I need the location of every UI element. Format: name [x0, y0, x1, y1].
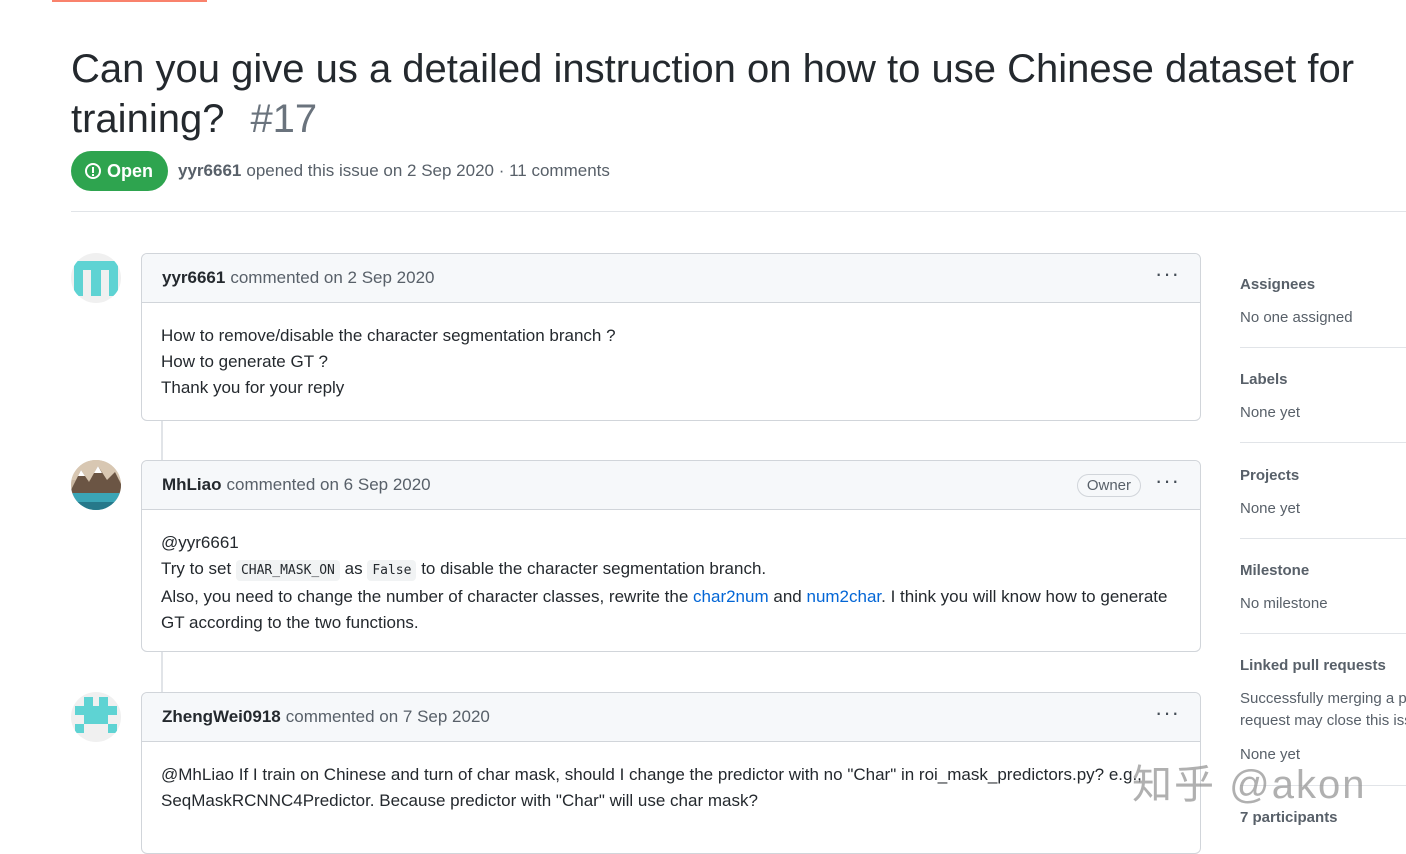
sidebar-heading: Linked pull requests: [1240, 657, 1386, 674]
issue-title: Can you give us a detailed instruction o…: [71, 44, 1371, 144]
sidebar-heading: Labels: [1240, 371, 1288, 388]
header-divider: [71, 211, 1406, 212]
comment-line: @MhLiao If I train on Chinese and turn o…: [161, 762, 1181, 814]
user-mention-link[interactable]: @MhLiao: [161, 765, 234, 784]
sidebar-value: None yet: [1240, 500, 1301, 517]
comment-timestamp-link[interactable]: commented on 7 Sep 2020: [286, 707, 490, 727]
comment-line: How to remove/disable the character segm…: [161, 326, 616, 345]
comment-header: yyr6661 commented on 2 Sep 2020 ···: [142, 254, 1200, 303]
inline-code: CHAR_MASK_ON: [235, 560, 340, 581]
comment-header: MhLiao commented on 6 Sep 2020 Owner ···: [142, 461, 1200, 510]
comment-text: as: [344, 559, 363, 578]
comment-line: How to generate GT ?: [161, 352, 328, 371]
sidebar-heading: Projects: [1240, 467, 1300, 484]
comment-author-link[interactable]: MhLiao: [162, 475, 222, 495]
sidebar-value: No milestone: [1240, 595, 1328, 612]
comment-card: ZhengWei0918 commented on 7 Sep 2020 ···…: [141, 692, 1201, 854]
user-mention-link[interactable]: @yyr6661: [161, 533, 239, 552]
sidebar-labels[interactable]: Labels None yet: [1240, 371, 1406, 424]
avatar-mhliao[interactable]: [71, 460, 121, 510]
issue-state-label: Open: [107, 160, 154, 181]
landscape-avatar-icon: [71, 460, 121, 510]
identicon-icon: [71, 253, 121, 303]
num2char-link[interactable]: num2char: [806, 587, 881, 606]
comment-timestamp-link[interactable]: commented on 6 Sep 2020: [227, 475, 431, 495]
comment-header: ZhengWei0918 commented on 7 Sep 2020 ···: [142, 693, 1200, 742]
issue-state-badge: Open: [71, 151, 169, 191]
sidebar-participants[interactable]: 7 participants: [1240, 809, 1406, 826]
identicon-icon: [71, 692, 121, 742]
sidebar-linked-prs[interactable]: Linked pull requests Successfully mergin…: [1240, 657, 1406, 766]
comment-text: Also, you need to change the number of c…: [161, 587, 689, 606]
sidebar-value: Successfully merging a pull request may …: [1240, 690, 1406, 729]
comment-text: Try to set: [161, 559, 232, 578]
tab-underline: [52, 0, 207, 2]
kebab-horizontal-icon[interactable]: ···: [1155, 702, 1180, 726]
sidebar-heading: Assignees: [1240, 276, 1316, 293]
comment-body: @yyr6661 Try to set CHAR_MASK_ON as Fals…: [142, 510, 1200, 656]
inline-code: False: [367, 560, 417, 581]
kebab-horizontal-icon[interactable]: ···: [1155, 470, 1180, 494]
issue-meta: Open yyr6661 opened this issue on 2 Sep …: [71, 151, 610, 191]
timeline-connector: [161, 420, 163, 460]
comment-text: to disable the character segmentation br…: [421, 559, 767, 578]
sidebar-heading: 7 participants: [1240, 809, 1338, 826]
issue-number: #17: [250, 97, 318, 141]
comment-card: MhLiao commented on 6 Sep 2020 Owner ···…: [141, 460, 1201, 652]
comment-author-link[interactable]: yyr6661: [162, 268, 225, 288]
issue-author-link[interactable]: yyr6661: [178, 161, 241, 181]
comment-body: How to remove/disable the character segm…: [142, 303, 1200, 421]
comment-timestamp-link[interactable]: commented on 2 Sep 2020: [230, 268, 434, 288]
comment-card: yyr6661 commented on 2 Sep 2020 ··· How …: [141, 253, 1201, 421]
sidebar-divider: [1240, 633, 1406, 634]
sidebar-assignees[interactable]: Assignees No one assigned: [1240, 276, 1406, 329]
sidebar-milestone[interactable]: Milestone No milestone: [1240, 562, 1406, 615]
comment-text: and: [773, 587, 802, 606]
char2num-link[interactable]: char2num: [693, 587, 769, 606]
comment-line: Try to set CHAR_MASK_ON as False to disa…: [161, 556, 1181, 584]
watermark: 知乎 @akon: [1132, 763, 1367, 807]
sidebar-value: No one assigned: [1240, 309, 1353, 326]
comment-text: If I train on Chinese and turn of char m…: [161, 765, 1142, 810]
issue-opened-text: opened this issue on 2 Sep 2020 · 11 com…: [246, 161, 610, 180]
timeline-connector: [161, 652, 163, 692]
sidebar-divider: [1240, 347, 1406, 348]
sidebar-heading: Milestone: [1240, 562, 1310, 579]
kebab-horizontal-icon[interactable]: ···: [1155, 263, 1180, 287]
comment-body: @MhLiao If I train on Chinese and turn o…: [142, 742, 1200, 834]
owner-badge: Owner: [1076, 473, 1142, 497]
issue-opened-icon: [85, 163, 101, 179]
sidebar-divider: [1240, 538, 1406, 539]
comment-author-link[interactable]: ZhengWei0918: [162, 707, 281, 727]
comment-line: Also, you need to change the number of c…: [161, 584, 1181, 636]
sidebar-divider: [1240, 442, 1406, 443]
comment-line: @yyr6661: [161, 530, 1181, 556]
comment-line: Thank you for your reply: [161, 378, 345, 397]
sidebar-value: None yet: [1240, 404, 1301, 421]
avatar-yyr6661[interactable]: [71, 253, 121, 303]
sidebar-projects[interactable]: Projects None yet: [1240, 467, 1406, 520]
avatar-zhengwei0918[interactable]: [71, 692, 121, 742]
